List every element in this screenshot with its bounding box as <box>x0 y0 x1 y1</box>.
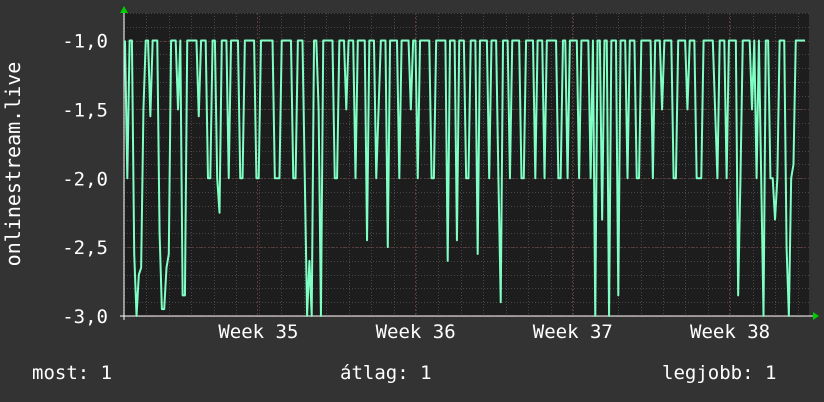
x-tick-labels: Week 35 Week 36 Week 37 Week 38 <box>218 321 770 343</box>
y-tick-labels: -1,0 -1,5 -2,0 -2,5 -3,0 <box>62 31 108 328</box>
chart: -1,0-1,5-2,0-2,5-3,0 Week 35 Week 36 Week … <box>1 6 819 343</box>
y-tick-label: -2,5 <box>62 237 108 259</box>
x-tick-label: Week 35 <box>218 321 298 343</box>
y-tick-label: -1,5 <box>62 99 108 121</box>
average-value: átlag: 1 <box>340 362 432 384</box>
y-tick-label: -1,0 <box>62 31 108 53</box>
maximum-value: legjobb: 1 <box>662 362 777 384</box>
y-axis-label: onlinestream.live <box>1 62 25 267</box>
x-axis-arrow <box>813 312 819 320</box>
y-tick-label: -3,0 <box>62 306 108 328</box>
x-tick-label: Week 37 <box>533 321 613 343</box>
y-axis-arrow <box>120 6 128 13</box>
x-tick-label: Week 38 <box>690 321 770 343</box>
current-value: most: 1 <box>32 362 113 384</box>
y-tick-label: -2,0 <box>62 168 108 190</box>
x-tick-label: Week 36 <box>376 321 456 343</box>
